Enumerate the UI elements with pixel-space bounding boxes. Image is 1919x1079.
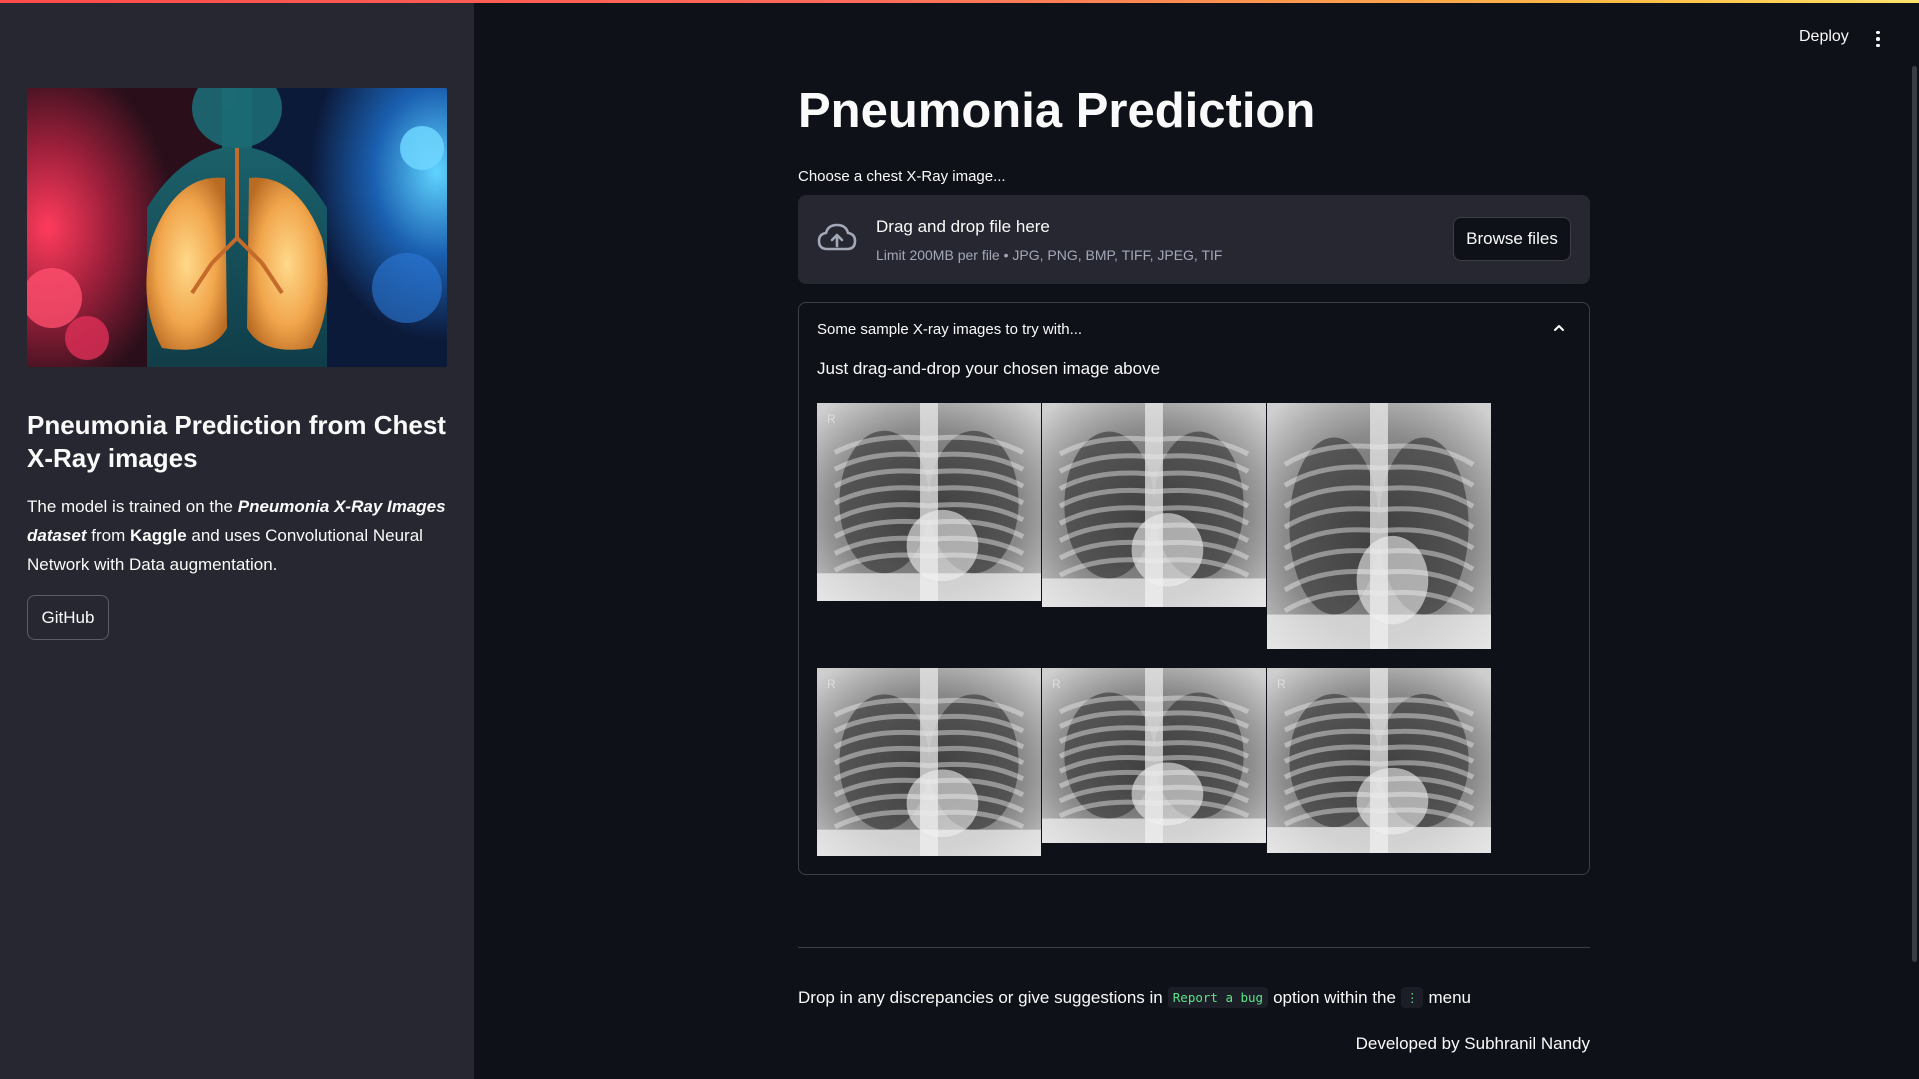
footer-message: Drop in any discrepancies or give sugges… bbox=[798, 987, 1471, 1008]
cloud-upload-icon bbox=[817, 223, 857, 251]
sample-xray-5: R bbox=[1042, 668, 1266, 843]
dropzone-title: Drag and drop file here bbox=[876, 217, 1050, 236]
scrollbar[interactable] bbox=[1912, 66, 1917, 962]
sample-xray-4: R bbox=[817, 668, 1041, 856]
footer-text: menu bbox=[1428, 987, 1471, 1007]
svg-text:R: R bbox=[827, 677, 836, 691]
sample-xray-3 bbox=[1267, 403, 1491, 649]
desc-text: from bbox=[86, 526, 130, 545]
desc-text: The model is trained on the bbox=[27, 497, 238, 516]
browse-files-button[interactable]: Browse files bbox=[1453, 217, 1571, 261]
sidebar-title: Pneumonia Prediction from Chest X-Ray im… bbox=[27, 410, 446, 473]
footer-text: Drop in any discrepancies or give sugges… bbox=[798, 987, 1163, 1007]
svg-text:R: R bbox=[827, 412, 836, 426]
source-name: Kaggle bbox=[129, 526, 187, 545]
uploader-label: Choose a chest X-Ray image... bbox=[798, 168, 1006, 185]
sidebar-description: The model is trained on the Pneumonia X-… bbox=[27, 492, 447, 579]
divider bbox=[798, 947, 1590, 948]
github-button[interactable]: GitHub bbox=[27, 595, 109, 640]
page-title: Pneumonia Prediction bbox=[798, 84, 1316, 138]
inline-code-menu: ⋮ bbox=[1400, 987, 1424, 1008]
top-decoration-bar bbox=[0, 0, 1919, 3]
expander-text: Just drag-and-drop your chosen image abo… bbox=[817, 359, 1161, 378]
dropzone-subtitle: Limit 200MB per file • JPG, PNG, BMP, TI… bbox=[876, 247, 1223, 263]
developed-by: Developed by Subhranil Nandy bbox=[1355, 1034, 1590, 1053]
chevron-up-icon[interactable] bbox=[1552, 321, 1566, 335]
svg-text:R: R bbox=[1277, 677, 1286, 691]
kebab-menu-icon[interactable] bbox=[1870, 28, 1886, 50]
sample-xray-6: R bbox=[1267, 668, 1491, 853]
sidebar-hero-image bbox=[27, 88, 447, 367]
deploy-button[interactable]: Deploy bbox=[1799, 28, 1849, 46]
sample-xray-1: R bbox=[817, 403, 1041, 601]
sample-xray-2 bbox=[1042, 403, 1266, 607]
footer-text: option within the bbox=[1273, 987, 1396, 1007]
svg-text:R: R bbox=[1052, 677, 1061, 691]
expander-header[interactable]: Some sample X-ray images to try with... bbox=[817, 321, 1082, 338]
sidebar: Pneumonia Prediction from Chest X-Ray im… bbox=[0, 0, 474, 1079]
file-dropzone[interactable]: Drag and drop file here Limit 200MB per … bbox=[798, 195, 1590, 284]
inline-code-report-bug: Report a bug bbox=[1167, 987, 1269, 1008]
